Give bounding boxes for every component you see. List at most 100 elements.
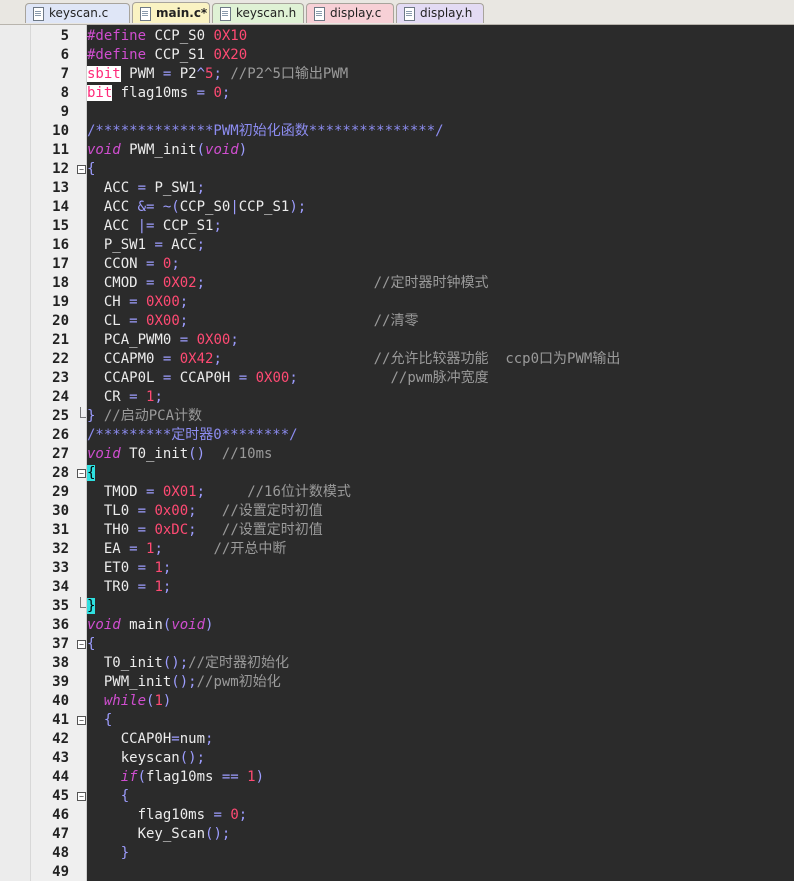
code-line[interactable]: EA = 1; //开总中断: [87, 540, 787, 559]
code-line[interactable]: {: [87, 635, 787, 654]
code-line[interactable]: ET0 = 1;: [87, 559, 787, 578]
code-line[interactable]: while(1): [87, 692, 787, 711]
code-line[interactable]: if(flag10ms == 1): [87, 768, 787, 787]
code-line[interactable]: CR = 1;: [87, 388, 787, 407]
code-token: TMOD: [87, 484, 147, 500]
code-line[interactable]: /**************PWM初始化函数***************/: [87, 122, 787, 141]
code-line[interactable]: bit flag10ms = 0;: [87, 84, 787, 103]
code-line[interactable]: ACC |= CCP_S1;: [87, 217, 787, 236]
code-token: P_SW1: [146, 180, 197, 196]
code-line[interactable]: TMOD = 0X01; //16位计数模式: [87, 483, 787, 502]
code-token: =: [129, 294, 138, 310]
tab-keyscan-c[interactable]: keyscan.c: [25, 3, 130, 23]
code-token: CCAP0L: [87, 370, 163, 386]
code-token: =: [129, 389, 138, 405]
code-line[interactable]: [87, 863, 787, 882]
fold-toggle-icon[interactable]: −: [77, 716, 86, 725]
code-token: //P2^5口输出PWM: [221, 66, 349, 82]
file-icon: [314, 7, 325, 21]
code-line[interactable]: CMOD = 0X02; //定时器时钟模式: [87, 274, 787, 293]
code-line[interactable]: TL0 = 0x00; //设置定时初值: [87, 502, 787, 521]
code-line[interactable]: Key_Scan();: [87, 825, 787, 844]
code-token: if: [120, 769, 138, 785]
fold-end-marker: [80, 597, 86, 608]
code-line[interactable]: {: [87, 464, 787, 483]
fold-toggle-icon[interactable]: −: [77, 165, 86, 174]
code-line[interactable]: TH0 = 0xDC; //设置定时初值: [87, 521, 787, 540]
line-number: 25: [52, 408, 69, 424]
code-token: 0xDC: [154, 522, 189, 538]
code-line[interactable]: keyscan();: [87, 749, 787, 768]
code-token: =: [137, 180, 147, 196]
code-line[interactable]: void main(void): [87, 616, 787, 635]
code-line[interactable]: ACC = P_SW1;: [87, 179, 787, 198]
line-number: 18: [52, 275, 69, 291]
code-token: Key_Scan: [87, 826, 206, 842]
code-line[interactable]: void T0_init() //10ms: [87, 445, 787, 464]
code-token: 0X10: [213, 28, 248, 44]
code-line[interactable]: }: [87, 844, 787, 863]
code-line[interactable]: {: [87, 160, 787, 179]
tab-display-h[interactable]: display.h: [396, 3, 484, 23]
fold-gutter[interactable]: [75, 25, 87, 881]
code-token: 1: [154, 693, 163, 709]
code-line[interactable]: {: [87, 711, 787, 730]
code-line[interactable]: CCAP0H=num;: [87, 730, 787, 749]
tab-display-c[interactable]: display.c: [306, 3, 394, 23]
code-line[interactable]: }: [87, 597, 787, 616]
code-token: //16位计数模式: [247, 484, 351, 500]
code-token: EA: [87, 541, 130, 557]
code-line[interactable]: flag10ms = 0;: [87, 806, 787, 825]
code-token: //定时器初始化: [188, 655, 290, 671]
code-line[interactable]: CCAPM0 = 0X42; //允许比较器功能 ccp0口为PWM输出: [87, 350, 787, 369]
line-number: 45: [52, 788, 69, 804]
code-line[interactable]: CH = 0X00;: [87, 293, 787, 312]
code-token: /**************PWM初始化函数***************/: [87, 123, 444, 139]
fold-toggle-icon[interactable]: −: [77, 640, 86, 649]
code-line[interactable]: PCA_PWM0 = 0X00;: [87, 331, 787, 350]
line-number: 21: [52, 332, 69, 348]
code-token: (): [188, 446, 206, 462]
code-line[interactable]: sbit PWM = P2^5; //P2^5口输出PWM: [87, 65, 787, 84]
file-icon: [404, 7, 415, 21]
code-token: ): [238, 142, 248, 158]
code-token: ;: [213, 218, 222, 234]
fold-toggle-icon[interactable]: −: [77, 469, 86, 478]
selection-margin[interactable]: [0, 25, 31, 881]
code-line[interactable]: PWM_init();//pwm初始化: [87, 673, 787, 692]
line-number: 48: [52, 845, 69, 861]
code-token: ;: [238, 807, 248, 823]
code-token: #define: [87, 47, 147, 63]
code-line[interactable]: CCAP0L = CCAP0H = 0X00; //pwm脉冲宽度: [87, 369, 787, 388]
code-line[interactable]: P_SW1 = ACC;: [87, 236, 787, 255]
code-token: ();: [171, 674, 197, 690]
code-line[interactable]: CCON = 0;: [87, 255, 787, 274]
code-line[interactable]: TR0 = 1;: [87, 578, 787, 597]
fold-toggle-icon[interactable]: −: [77, 792, 86, 801]
code-line[interactable]: T0_init();//定时器初始化: [87, 654, 787, 673]
code-token: PWM_init: [87, 674, 172, 690]
code-line[interactable]: /*********定时器0********/: [87, 426, 787, 445]
code-line[interactable]: } //启动PCA计数: [87, 407, 787, 426]
line-number: 34: [52, 579, 69, 595]
code-line[interactable]: [87, 103, 787, 122]
code-token: ();: [179, 750, 206, 766]
code-line[interactable]: CL = 0X00; //清零: [87, 312, 787, 331]
code-line[interactable]: ACC &= ~(CCP_S0|CCP_S1);: [87, 198, 787, 217]
line-number: 7: [60, 66, 69, 82]
tab-main-c[interactable]: main.c*: [132, 2, 210, 23]
code-line[interactable]: #define CCP_S1 0X20: [87, 46, 787, 65]
code-line[interactable]: #define CCP_S0 0X10: [87, 27, 787, 46]
code-token: 1: [154, 560, 163, 576]
line-number: 8: [60, 85, 69, 101]
line-number: 37: [52, 636, 69, 652]
code-line[interactable]: {: [87, 787, 787, 806]
code-token: PCA_PWM0: [87, 332, 180, 348]
code-line[interactable]: void PWM_init(void): [87, 141, 787, 160]
tab-keyscan-h[interactable]: keyscan.h: [212, 3, 304, 23]
code-token: T0_init: [87, 655, 163, 671]
